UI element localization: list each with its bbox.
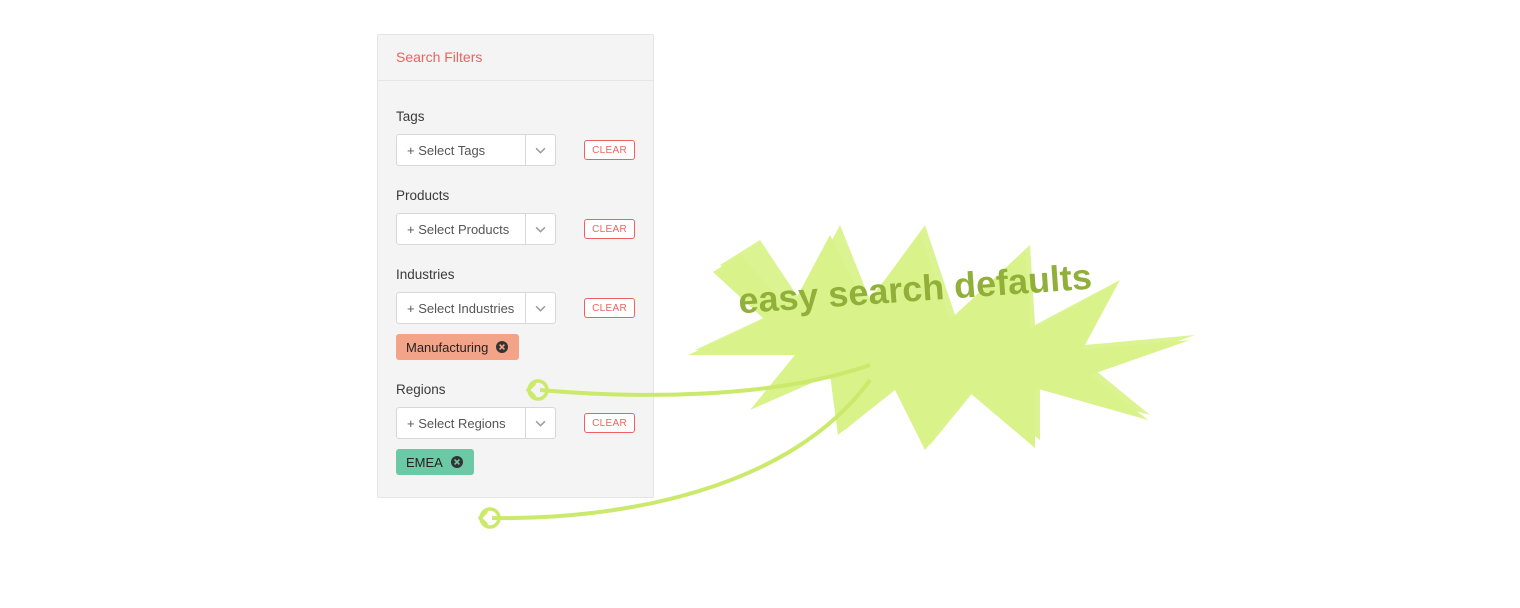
clear-products-button[interactable]: CLEAR (584, 219, 635, 239)
select-tags[interactable]: + Select Tags (396, 134, 556, 166)
select-products-placeholder: + Select Products (397, 214, 525, 244)
annotation-overlay (0, 0, 1520, 608)
annotation-text: easy search defaults (737, 256, 1093, 323)
filter-group-regions: Regions + Select Regions CLEAR EMEA (396, 382, 635, 475)
chevron-down-icon (525, 214, 555, 244)
clear-regions-button[interactable]: CLEAR (584, 413, 635, 433)
chevron-down-icon (525, 135, 555, 165)
filter-label-industries: Industries (396, 267, 635, 282)
filter-label-products: Products (396, 188, 635, 203)
panel-header: Search Filters (378, 35, 653, 81)
filter-group-industries: Industries + Select Industries CLEAR Man… (396, 267, 635, 360)
close-icon[interactable] (495, 340, 509, 354)
chip-label: EMEA (406, 455, 443, 470)
close-icon[interactable] (450, 455, 464, 469)
select-industries[interactable]: + Select Industries (396, 292, 556, 324)
starburst-icon (688, 225, 1195, 450)
filter-group-tags: Tags + Select Tags CLEAR (396, 109, 635, 166)
filter-row-products: + Select Products CLEAR (396, 213, 635, 245)
filter-group-products: Products + Select Products CLEAR (396, 188, 635, 245)
select-regions[interactable]: + Select Regions (396, 407, 556, 439)
search-filters-panel: Search Filters Tags + Select Tags CLEAR … (377, 34, 654, 498)
industry-chip-manufacturing: Manufacturing (396, 334, 519, 360)
filter-row-industries: + Select Industries CLEAR (396, 292, 635, 324)
clear-industries-button[interactable]: CLEAR (584, 298, 635, 318)
select-products[interactable]: + Select Products (396, 213, 556, 245)
chevron-down-icon (525, 293, 555, 323)
chevron-down-icon (525, 408, 555, 438)
panel-body: Tags + Select Tags CLEAR Products + Sele… (378, 81, 653, 497)
clear-tags-button[interactable]: CLEAR (584, 140, 635, 160)
select-industries-placeholder: + Select Industries (397, 293, 525, 323)
filter-label-tags: Tags (396, 109, 635, 124)
select-tags-placeholder: + Select Tags (397, 135, 525, 165)
filter-label-regions: Regions (396, 382, 635, 397)
panel-title: Search Filters (396, 49, 482, 65)
select-regions-placeholder: + Select Regions (397, 408, 525, 438)
filter-row-regions: + Select Regions CLEAR (396, 407, 635, 439)
filter-row-tags: + Select Tags CLEAR (396, 134, 635, 166)
chip-label: Manufacturing (406, 340, 488, 355)
region-chip-emea: EMEA (396, 449, 474, 475)
